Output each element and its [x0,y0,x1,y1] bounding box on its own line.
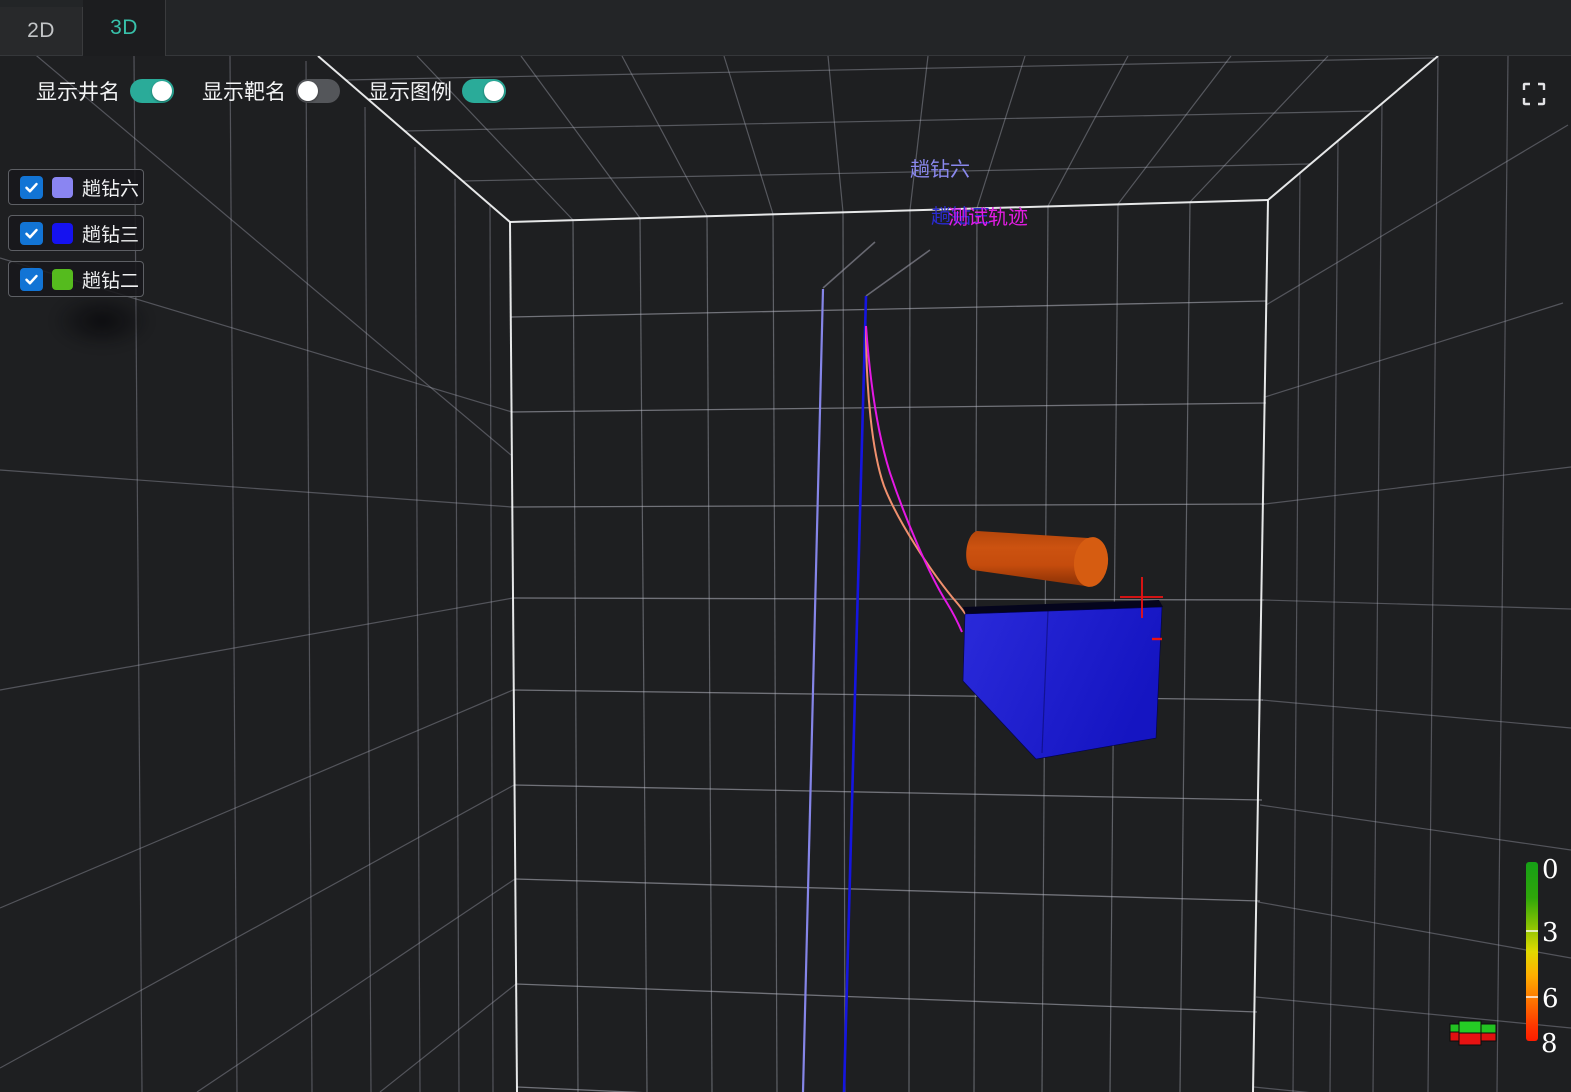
well-legend: 趟钻六 趟钻三 趟钻二 [8,169,144,307]
color-swatch-run3 [52,223,73,244]
legend-label-run2: 趟钻二 [82,266,139,293]
colorbar-tick-0: 0 [1542,855,1559,885]
legend-label-run6: 趟钻六 [82,174,139,201]
scene-canvas[interactable]: 趟钻六 趟钻三 测试轨迹 [0,0,1571,1092]
checkbox-run3[interactable] [20,222,43,245]
control-show-well-names: 显示井名 [36,76,174,106]
check-icon [24,180,39,195]
target-glyph-green-red [1450,1021,1496,1045]
toggle-label-legend: 显示图例 [368,76,452,106]
trajectory-run6-lavender [803,289,823,1092]
legend-label-run3: 趟钻三 [82,220,139,247]
scene-label-test-trajectory: 测试轨迹 [948,206,1028,229]
check-icon [24,272,39,287]
tab-bar: 2D 3D [0,0,1571,56]
toggle-knob [484,81,504,101]
trajectory-test-magenta [866,326,962,632]
control-show-target-names: 显示靶名 [202,76,340,106]
display-toggles: 显示井名 显示靶名 显示图例 [36,76,506,106]
control-show-legend: 显示图例 [368,76,506,106]
trajectory-salmon [866,326,966,615]
checkbox-run6[interactable] [20,176,43,199]
legend-item-run3[interactable]: 趟钻三 [8,215,144,251]
colorbar-tick-8: 8 [1541,1029,1558,1059]
tab-bar-spacer [166,0,1571,55]
viewport-3d[interactable]: 趟钻六 趟钻三 测试轨迹 [0,0,1571,1092]
tab-2d[interactable]: 2D [0,7,83,55]
toggle-show-legend[interactable] [462,79,506,103]
tab-3d[interactable]: 3D [83,0,166,56]
color-scale-bar: 0 3 6 8 [1526,855,1559,1059]
colorbar-tick-6: 6 [1542,984,1559,1014]
legend-item-run2[interactable]: 趟钻二 [8,261,144,297]
fullscreen-icon [1520,80,1548,108]
check-icon [24,226,39,241]
toggle-label-target-names: 显示靶名 [202,76,286,106]
colorbar-tick-3: 3 [1542,918,1559,948]
toggle-knob [298,81,318,101]
color-swatch-run6 [52,177,73,198]
toggle-show-target-names[interactable] [296,79,340,103]
legend-item-run6[interactable]: 趟钻六 [8,169,144,205]
room-wireframe-grid [0,25,1571,1092]
toggle-knob [152,81,172,101]
toggle-label-well-names: 显示井名 [36,76,120,106]
color-swatch-run2 [52,269,73,290]
wellhead-stub-lines [823,242,930,296]
fullscreen-button[interactable] [1518,78,1550,110]
checkbox-run2[interactable] [20,268,43,291]
toggle-show-well-names[interactable] [130,79,174,103]
target-box-3d-object [963,600,1163,759]
scene-label-run6: 趟钻六 [910,158,970,181]
cylinder-3d-object [966,531,1110,589]
